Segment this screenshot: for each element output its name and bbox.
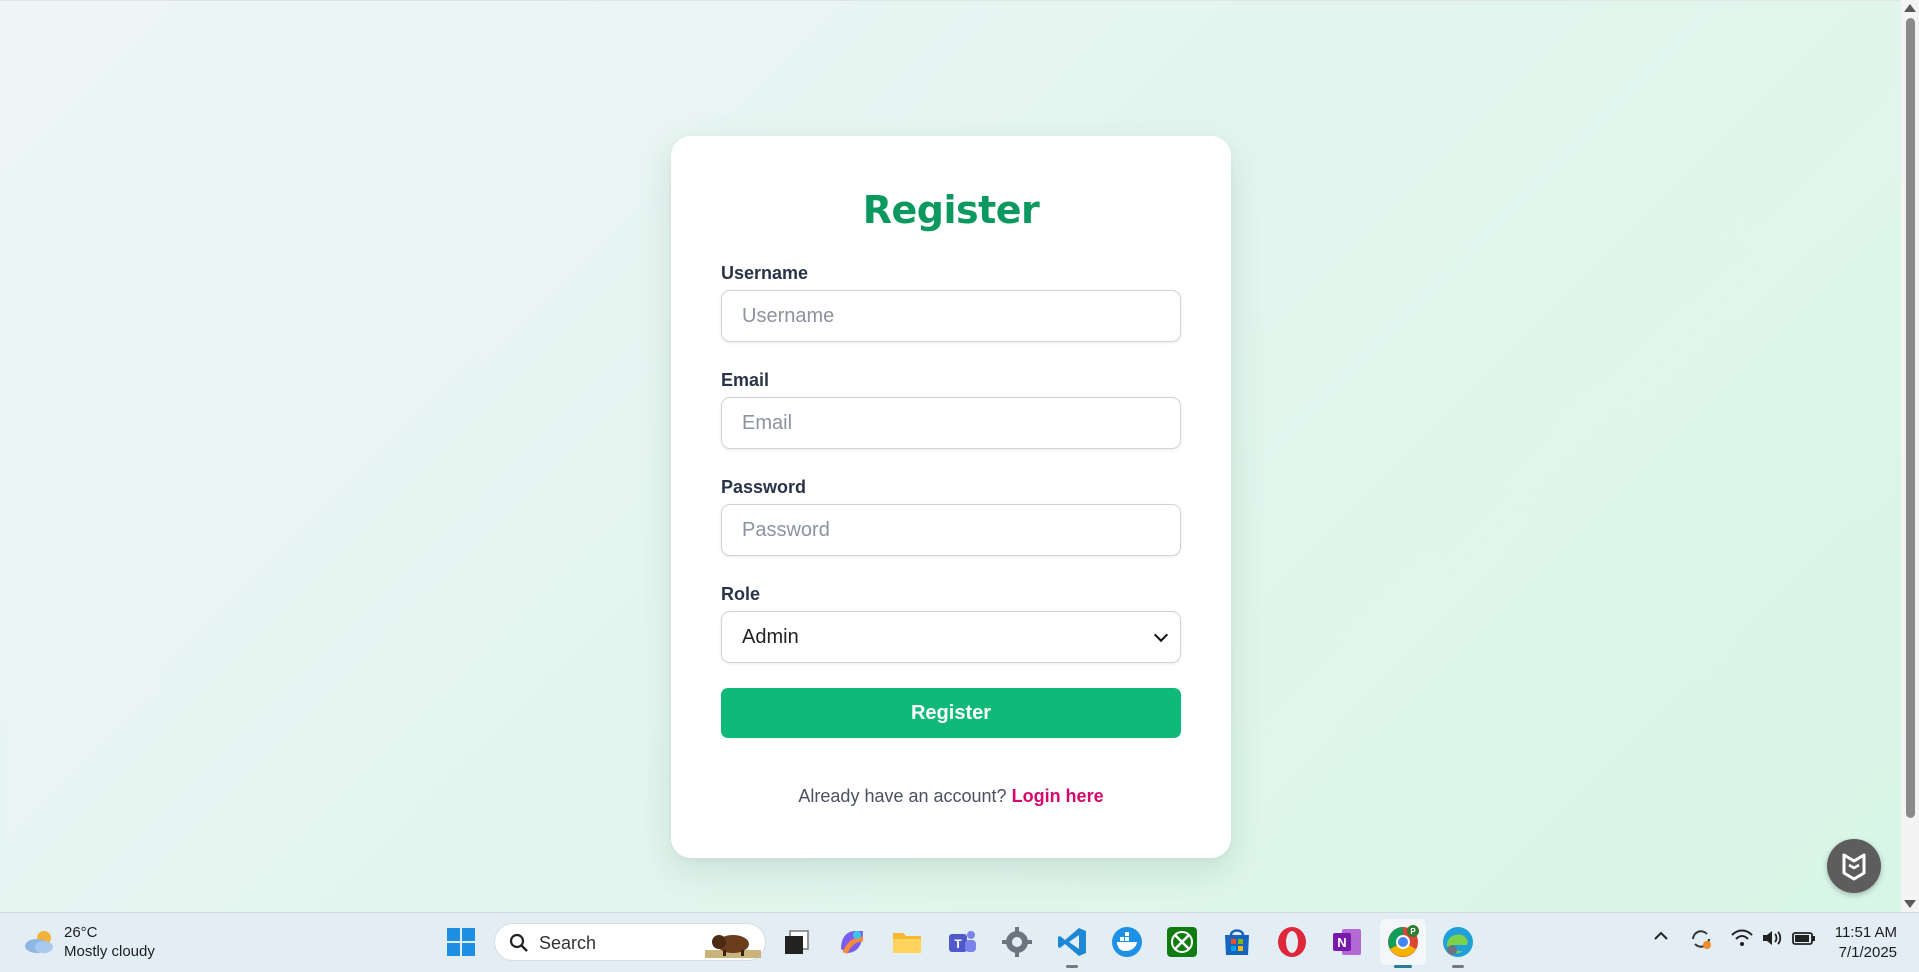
microsoft-store-icon[interactable] <box>1220 925 1254 959</box>
cloud-sun-icon <box>25 931 53 953</box>
bison-image-icon <box>705 935 761 958</box>
vscode-icon[interactable] <box>1055 925 1089 959</box>
chrome-icon[interactable]: P <box>1386 925 1420 959</box>
scroll-thumb[interactable] <box>1906 18 1915 818</box>
clock-time: 11:51 AM <box>1834 924 1897 941</box>
vscode-running-indicator <box>1066 965 1078 968</box>
login-prompt: Already have an account? Login here <box>671 786 1231 807</box>
search-label: Search <box>539 933 597 953</box>
task-view-icon[interactable] <box>780 925 814 959</box>
password-input[interactable] <box>721 504 1181 556</box>
chrome-active-indicator <box>1394 965 1412 968</box>
email-input[interactable] <box>721 397 1181 449</box>
docker-icon[interactable] <box>1110 925 1144 959</box>
opera-icon[interactable] <box>1275 925 1309 959</box>
windows-start-icon[interactable] <box>444 925 478 959</box>
vertical-scrollbar[interactable] <box>1901 0 1919 912</box>
chevron-up-icon[interactable] <box>1652 927 1670 945</box>
search-icon <box>509 933 528 952</box>
onenote-icon[interactable]: N <box>1330 925 1364 959</box>
svg-text:P: P <box>1410 927 1416 936</box>
edge-running-indicator <box>1452 965 1464 968</box>
svg-text:T: T <box>954 937 962 951</box>
email-label: Email <box>721 370 770 390</box>
weather-widget[interactable]: 26°C Mostly cloudy <box>22 923 155 961</box>
login-link[interactable]: Login here <box>1012 786 1104 806</box>
taskbar-search[interactable]: Search <box>494 923 766 961</box>
scroll-down-arrow-icon[interactable] <box>1904 900 1916 908</box>
svg-text:N: N <box>1337 935 1346 950</box>
page-title: Register <box>862 188 1040 232</box>
username-label: Username <box>721 263 809 283</box>
xbox-icon[interactable] <box>1165 925 1199 959</box>
chevron-down-icon <box>1153 627 1169 642</box>
role-label: Role <box>721 584 761 604</box>
settings-gear-icon[interactable] <box>1000 925 1034 959</box>
system-clock[interactable]: 11:51 AM 7/1/2025 <box>1835 923 1897 963</box>
role-select[interactable]: Admin <box>721 611 1181 663</box>
taskbar: 26°C Mostly cloudy Search T N P 11:51 AM… <box>0 912 1919 972</box>
copilot-icon[interactable] <box>835 925 869 959</box>
clock-date: 7/1/2025 <box>1838 944 1897 961</box>
weather-temp: 26°C <box>64 924 98 941</box>
role-select-value: Admin <box>742 625 799 648</box>
teams-icon[interactable]: T <box>945 925 979 959</box>
shield-badge-icon[interactable] <box>1827 839 1881 893</box>
password-label: Password <box>721 477 807 497</box>
username-input[interactable] <box>721 290 1181 342</box>
register-card: Register Username Email Password Role Ad… <box>671 136 1231 858</box>
register-button[interactable]: Register <box>721 688 1181 738</box>
battery-icon[interactable] <box>1791 927 1817 949</box>
top-border <box>0 0 1900 1</box>
login-prompt-text: Already have an account? <box>798 786 1007 806</box>
volume-icon[interactable] <box>1760 927 1784 949</box>
page-background: Register Username Email Password Role Ad… <box>0 0 1900 912</box>
weather-desc: Mostly cloudy <box>64 943 155 960</box>
wifi-icon[interactable] <box>1730 927 1754 949</box>
sync-icon[interactable] <box>1689 927 1713 951</box>
file-explorer-icon[interactable] <box>890 925 924 959</box>
scroll-up-arrow-icon[interactable] <box>1904 4 1916 12</box>
edge-icon[interactable] <box>1441 925 1475 959</box>
